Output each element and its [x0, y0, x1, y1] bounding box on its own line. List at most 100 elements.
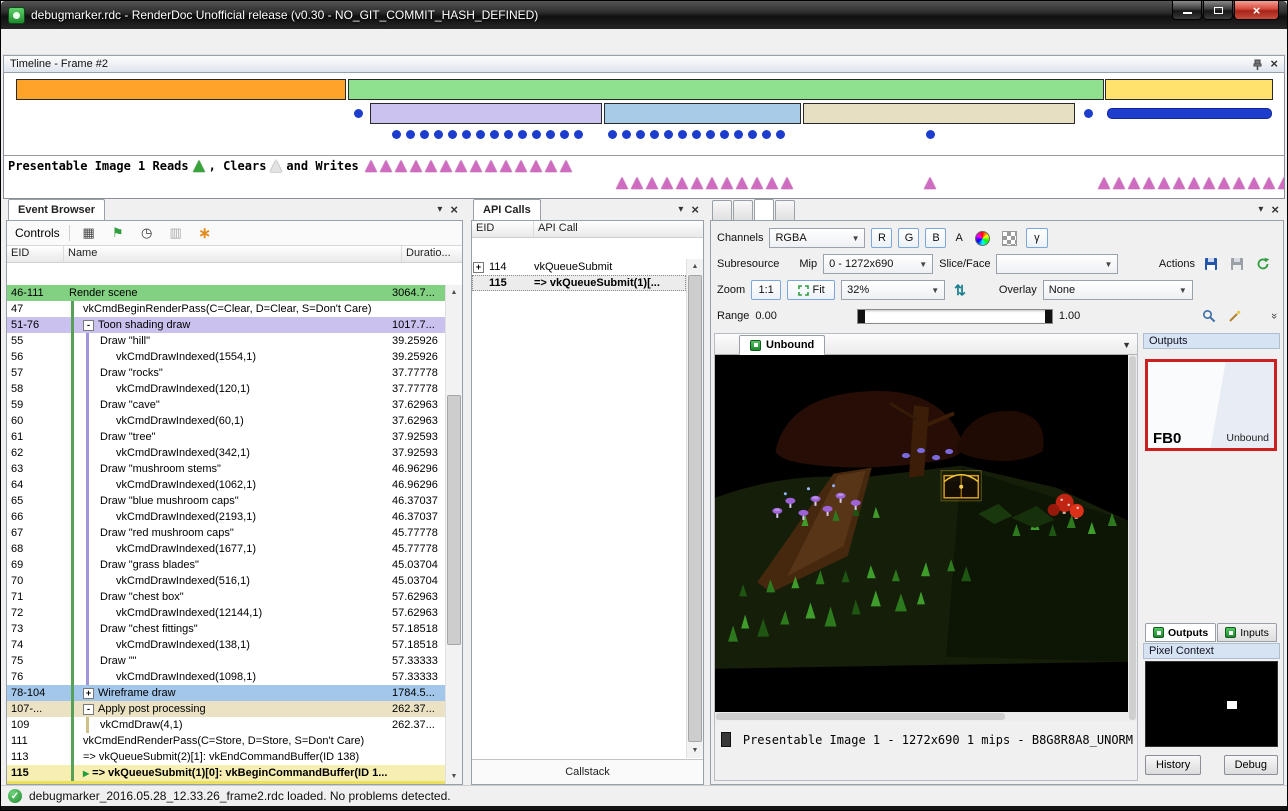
timeline-block[interactable] [370, 103, 602, 124]
write-marker-icon[interactable] [1158, 177, 1170, 189]
write-marker-icon[interactable] [470, 160, 482, 172]
draw-dot-icon[interactable] [926, 130, 935, 139]
zoom-range-icon[interactable] [1199, 306, 1219, 326]
write-marker-icon[interactable] [1188, 177, 1200, 189]
event-browser-scrollbar[interactable]: ▲ ▼ [445, 285, 462, 784]
draw-dot-icon[interactable] [706, 130, 715, 139]
event-row[interactable]: 51-76 -▶Toon shading draw 1017.7... [7, 317, 445, 333]
write-marker-icon[interactable] [365, 160, 377, 172]
write-marker-icon[interactable] [485, 160, 497, 172]
event-row[interactable]: 55 ▶Draw "hill" 39.25926 [7, 333, 445, 349]
event-row[interactable]: 59 ▶Draw "cave" 37.62963 [7, 397, 445, 413]
outputs-inputs-tab[interactable]: Inputs [1217, 623, 1277, 642]
timeline-draw-dot[interactable] [354, 109, 363, 118]
chevron-down-icon[interactable]: ▾ [678, 204, 683, 215]
expander-icon[interactable]: - [83, 320, 94, 331]
range-slider[interactable] [857, 309, 1053, 324]
expander-icon[interactable]: + [83, 688, 94, 699]
api-calls-scrollbar[interactable]: ▲ ▼ [686, 259, 703, 758]
right-panel-tab[interactable] [733, 200, 753, 220]
write-marker-icon[interactable] [380, 160, 392, 172]
write-marker-icon[interactable] [455, 160, 467, 172]
write-marker-icon[interactable] [766, 177, 778, 189]
timeline-block[interactable] [803, 103, 1075, 124]
draw-dot-icon[interactable] [692, 130, 701, 139]
close-icon[interactable]: × [691, 205, 699, 215]
api-call-row[interactable]: 115 => vkQueueSubmit(1)[... [472, 275, 686, 291]
event-row[interactable]: 69 ▶Draw "grass blades" 45.03704 [7, 557, 445, 573]
timeline-dot-cluster[interactable] [926, 130, 935, 139]
texture-canvas[interactable] [715, 355, 1137, 721]
menu-item[interactable] [5, 38, 23, 46]
title-bar[interactable]: debugmarker.rdc - RenderDoc Unofficial r… [1, 1, 1287, 29]
menu-item[interactable] [23, 38, 41, 46]
pixel-context-view[interactable] [1145, 661, 1278, 747]
debug-button[interactable]: Debug [1224, 755, 1278, 775]
write-marker-icon[interactable] [924, 177, 936, 189]
range-handle-white-point[interactable] [1045, 310, 1052, 323]
timeline-block[interactable] [348, 79, 1104, 100]
write-marker-icon[interactable] [661, 177, 673, 189]
scroll-down-icon[interactable]: ▼ [687, 743, 703, 758]
draw-dot-icon[interactable] [608, 130, 617, 139]
write-marker-icon[interactable] [646, 177, 658, 189]
timeline-dot-cluster[interactable] [608, 130, 785, 139]
zoom-1to1-button[interactable]: 1:1 [751, 280, 781, 300]
event-row[interactable]: 63 ▶Draw "mushroom stems" 46.96296 [7, 461, 445, 477]
draw-dot-icon[interactable] [622, 130, 631, 139]
event-row[interactable]: 70 ▶vkCmdDrawIndexed(516,1) 45.03704 [7, 573, 445, 589]
write-marker-icon[interactable] [1098, 177, 1110, 189]
texture-horizontal-scrollbar[interactable] [715, 712, 1128, 721]
draw-dot-icon[interactable] [650, 130, 659, 139]
overlay-dropdown[interactable]: None▼ [1043, 280, 1193, 300]
zoom-dropdown[interactable]: 32%▼ [841, 280, 945, 300]
expander-icon[interactable]: + [473, 262, 484, 273]
close-icon[interactable]: × [450, 205, 458, 215]
toolbar-overflow-icon[interactable]: » [1268, 313, 1280, 319]
save-icon[interactable] [1201, 254, 1221, 274]
draw-dot-icon[interactable] [762, 130, 771, 139]
minimize-button[interactable] [1172, 1, 1202, 20]
controls-button[interactable]: Controls [15, 226, 60, 240]
settings-icon[interactable]: ∗ [195, 224, 215, 243]
scroll-up-icon[interactable]: ▲ [687, 259, 703, 274]
timeline-write-markers[interactable] [1098, 177, 1285, 189]
write-marker-icon[interactable] [1233, 177, 1245, 189]
api-calls-columns[interactable]: EID API Call [472, 221, 703, 238]
timeline-draw-dot[interactable] [1084, 109, 1093, 118]
event-row[interactable]: 109 ▶vkCmdDraw(4,1) 262.37... [7, 717, 445, 733]
draw-dot-icon[interactable] [532, 130, 541, 139]
draw-dot-icon[interactable] [776, 130, 785, 139]
write-marker-icon[interactable] [395, 160, 407, 172]
texture-vertical-scrollbar[interactable] [1128, 355, 1137, 721]
write-marker-icon[interactable] [1143, 177, 1155, 189]
draw-dot-icon[interactable] [462, 130, 471, 139]
timeline-header[interactable]: Timeline - Frame #2 × [3, 55, 1285, 73]
event-row[interactable]: 74 ▶vkCmdDrawIndexed(138,1) 57.18518 [7, 637, 445, 653]
draw-dot-icon[interactable] [664, 130, 673, 139]
chevron-down-icon[interactable]: ▾ [437, 204, 442, 215]
zoom-fit-button[interactable]: Fit [787, 280, 835, 300]
event-browser-columns[interactable]: EID Name Duratio... [7, 246, 462, 263]
write-marker-icon[interactable] [560, 160, 572, 172]
close-icon[interactable]: × [1270, 59, 1278, 69]
event-row[interactable]: 107-... -▶Apply post processing 262.37..… [7, 701, 445, 717]
event-row[interactable]: 73 ▶Draw "chest fittings" 57.18518 [7, 621, 445, 637]
draw-dot-icon[interactable] [518, 130, 527, 139]
channel-red-toggle[interactable]: R [871, 228, 892, 248]
close-icon[interactable]: × [1271, 205, 1279, 215]
event-row[interactable]: 56 ▶vkCmdDrawIndexed(1554,1) 39.25926 [7, 349, 445, 365]
color-wheel-icon[interactable] [972, 228, 993, 248]
event-row[interactable]: 72 ▶vkCmdDrawIndexed(12144,1) 57.62963 [7, 605, 445, 621]
draw-dot-icon[interactable] [734, 130, 743, 139]
write-marker-icon[interactable] [706, 177, 718, 189]
api-call-row[interactable]: + 114 vkQueueSubmit [472, 259, 686, 275]
write-marker-icon[interactable] [736, 177, 748, 189]
right-panel-tab[interactable] [775, 200, 795, 220]
menu-item[interactable] [41, 38, 59, 46]
channel-blue-toggle[interactable]: B [925, 228, 946, 248]
event-row[interactable]: 115 ▶=> vkQueueSubmit(1)[0]: vkBeginComm… [7, 765, 445, 781]
expander-icon[interactable]: + [69, 784, 80, 785]
mip-dropdown[interactable]: 0 - 1272x690▼ [823, 254, 933, 274]
draw-dot-icon[interactable] [678, 130, 687, 139]
